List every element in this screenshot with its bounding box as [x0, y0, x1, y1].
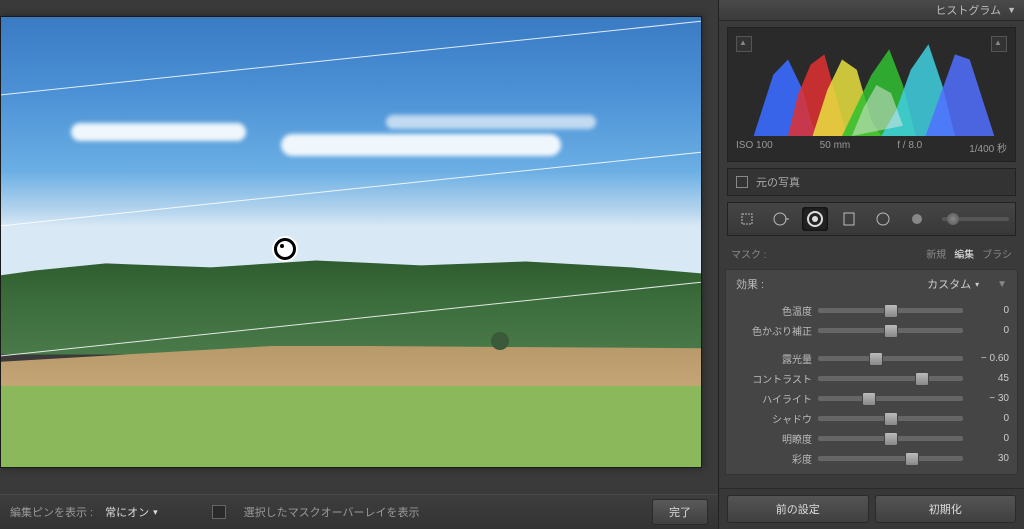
slider-track[interactable] — [818, 416, 963, 421]
done-button[interactable]: 完了 — [652, 499, 708, 525]
slider-track[interactable] — [818, 328, 963, 333]
slider-label: 色温度 — [734, 303, 812, 318]
mask-overlay-checkbox[interactable] — [212, 505, 226, 519]
slider-tint: 色かぶり補正 0 — [734, 320, 1009, 340]
slider-track[interactable] — [818, 308, 963, 313]
tool-size-slider[interactable] — [942, 217, 1009, 221]
rect-gradient-tool-icon[interactable] — [836, 207, 862, 231]
mask-mode-row: マスク : 新規 編集 ブラシ — [719, 242, 1024, 265]
reset-button[interactable]: 初期化 — [875, 495, 1017, 523]
edit-pins-label: 編集ピンを表示 : — [10, 504, 93, 520]
slider-thumb[interactable] — [869, 352, 883, 366]
shadow-clipping-indicator[interactable] — [736, 36, 752, 52]
slider-shadow: シャドウ 0 — [734, 408, 1009, 428]
slider-thumb[interactable] — [884, 412, 898, 426]
slider-saturation: 彩度 30 — [734, 448, 1009, 468]
slider-label: コントラスト — [734, 371, 812, 386]
image-canvas-area[interactable] — [0, 0, 718, 494]
slider-highlight: ハイライト − 30 — [734, 388, 1009, 408]
slider-exposure: 露光量 − 0.60 — [734, 348, 1009, 368]
slider-thumb[interactable] — [884, 304, 898, 318]
photo-preview[interactable] — [0, 16, 702, 468]
slider-value: 45 — [969, 373, 1009, 384]
slider-temperature: 色温度 0 — [734, 300, 1009, 320]
slider-label: シャドウ — [734, 411, 812, 426]
photo-cloud — [71, 123, 246, 141]
histogram-box: ISO 100 50 mm f / 8.0 1/400 秒 — [727, 27, 1016, 162]
mask-overlay-label: 選択したマスクオーバーレイを表示 — [244, 504, 420, 520]
histogram-title: ヒストグラム — [935, 2, 1001, 18]
photo-treeline — [1, 256, 701, 355]
slider-label: 明瞭度 — [734, 431, 812, 446]
chevron-down-icon: ▼ — [1007, 5, 1016, 15]
photo-cloud — [281, 134, 561, 156]
mask-label: マスク : — [731, 246, 767, 261]
photo-lone-tree — [491, 332, 509, 350]
slider-label: ハイライト — [734, 391, 812, 406]
slider-label: 色かぶり補正 — [734, 323, 812, 338]
slider-value: 0 — [969, 325, 1009, 336]
previous-settings-button[interactable]: 前の設定 — [727, 495, 869, 523]
exif-aperture: f / 8.0 — [897, 140, 922, 155]
edit-pins-dropdown[interactable]: 常にオン — [105, 504, 158, 520]
slider-track[interactable] — [818, 356, 963, 361]
effect-label: 効果 : — [736, 276, 764, 292]
mask-mode-edit[interactable]: 編集 — [954, 246, 974, 261]
slider-track[interactable] — [818, 436, 963, 441]
slider-value: − 30 — [969, 393, 1009, 404]
brush-tool-icon[interactable] — [904, 207, 930, 231]
slider-label: 彩度 — [734, 451, 812, 466]
gradient-pin[interactable] — [274, 238, 296, 260]
gradient-tool-icon[interactable] — [802, 207, 828, 231]
slider-thumb[interactable] — [884, 432, 898, 446]
slider-thumb[interactable] — [884, 324, 898, 338]
slider-thumb[interactable] — [862, 392, 876, 406]
original-photo-toggle[interactable]: 元の写真 — [727, 168, 1016, 196]
slider-value: 0 — [969, 413, 1009, 424]
histogram-graph[interactable] — [734, 34, 1009, 136]
radial-filter-tool-icon[interactable] — [870, 207, 896, 231]
slider-thumb[interactable] — [915, 372, 929, 386]
slider-thumb[interactable] — [905, 452, 919, 466]
photo-cloud — [386, 115, 596, 129]
slider-value: 0 — [969, 433, 1009, 444]
slider-value: 0 — [969, 305, 1009, 316]
effect-preset-dropdown[interactable]: カスタム — [927, 276, 979, 292]
slider-label: 露光量 — [734, 351, 812, 366]
exif-shutter: 1/400 秒 — [969, 140, 1007, 155]
photo-foreground-grass — [1, 386, 701, 467]
square-icon — [736, 176, 748, 188]
slider-value: 30 — [969, 453, 1009, 464]
effect-disclosure-icon[interactable]: ▼ — [997, 279, 1007, 290]
slider-track[interactable] — [818, 376, 963, 381]
panel-footer-buttons: 前の設定 初期化 — [719, 488, 1024, 529]
exif-iso: ISO 100 — [736, 140, 773, 155]
mask-mode-brush[interactable]: ブラシ — [982, 246, 1012, 261]
exif-focal-length: 50 mm — [820, 140, 851, 155]
histogram-metadata: ISO 100 50 mm f / 8.0 1/400 秒 — [734, 136, 1009, 155]
slider-contrast: コントラスト 45 — [734, 368, 1009, 388]
slider-clarity: 明瞭度 0 — [734, 428, 1009, 448]
mask-mode-new[interactable]: 新規 — [926, 246, 946, 261]
histogram-panel-header[interactable]: ヒストグラム ▼ — [719, 0, 1024, 21]
spot-tool-icon[interactable] — [768, 207, 794, 231]
photo-sky — [1, 17, 701, 296]
slider-track[interactable] — [818, 396, 963, 401]
canvas-toolbar: 編集ピンを表示 : 常にオン 選択したマスクオーバーレイを表示 完了 — [0, 494, 718, 529]
highlight-clipping-indicator[interactable] — [991, 36, 1007, 52]
slider-track[interactable] — [818, 456, 963, 461]
local-adjust-toolstrip — [727, 202, 1016, 236]
effect-panel: 効果 : カスタム ▼ 色温度 0 色かぶり補正 0 露光量 — [725, 269, 1018, 475]
crop-tool-icon[interactable] — [734, 207, 760, 231]
original-photo-label: 元の写真 — [756, 174, 800, 190]
slider-value: − 0.60 — [969, 353, 1009, 364]
